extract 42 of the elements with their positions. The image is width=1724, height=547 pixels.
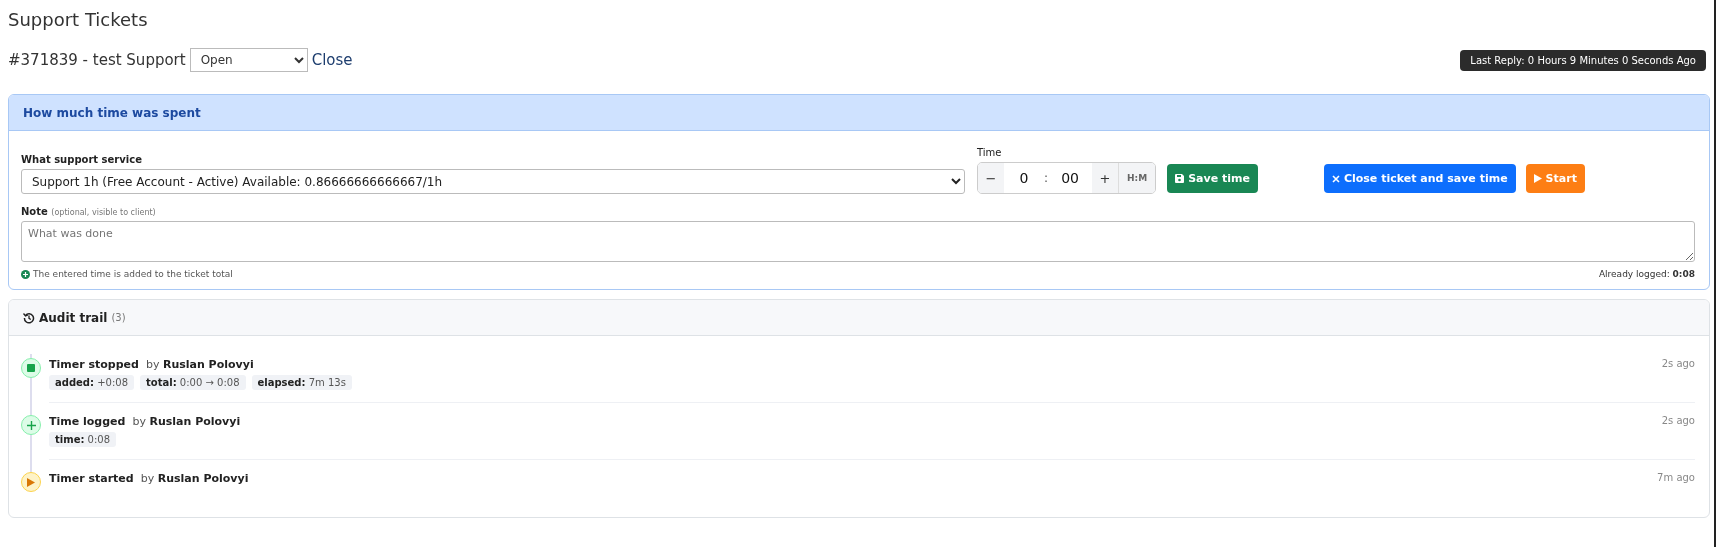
- save-button[interactable]: Save time: [1167, 164, 1258, 193]
- play-icon: [1533, 174, 1542, 183]
- play-icon: [27, 477, 35, 487]
- close-icon: [1331, 174, 1340, 183]
- stop-icon: [27, 364, 35, 372]
- close-button[interactable]: Close ticket and save time: [1323, 164, 1516, 193]
- event-title: Timer stopped: [49, 358, 139, 371]
- decrement-button[interactable]: −: [978, 163, 1004, 193]
- increment-button[interactable]: +: [1092, 163, 1119, 193]
- last-reply-badge: Last Reply: 0 Hours 9 Minutes 0 Seconds Ago: [1460, 49, 1706, 71]
- event-tag: elapsed: 7m 13s: [251, 375, 352, 390]
- page-title: Support Tickets: [8, 9, 148, 30]
- separator: :: [1044, 171, 1049, 185]
- already-logged: Already logged: 0:08: [1598, 269, 1695, 279]
- close-link[interactable]: Close: [311, 51, 353, 69]
- event-time: 7m ago: [1657, 472, 1695, 485]
- event-author: by Ruslan Polovyi: [132, 415, 241, 428]
- note-field[interactable]: What was done: [21, 221, 1695, 262]
- unit-label: H:M: [1118, 163, 1156, 193]
- event-time: 2s ago: [1661, 358, 1695, 371]
- count-label: (3): [111, 312, 126, 323]
- plus-icon: [26, 420, 36, 430]
- info-text: The entered time is added to the ticket total: [33, 269, 233, 279]
- field-label: Time: [977, 147, 1003, 158]
- event-author: by Ruslan Polovyi: [145, 358, 254, 371]
- event-tag: time: 0:08: [49, 432, 117, 447]
- event-title: Timer started: [49, 472, 134, 485]
- history-icon: [23, 311, 35, 324]
- event-tag: total: 0:00 → 0:08: [140, 375, 246, 390]
- field-label: What support service: [21, 154, 143, 165]
- ticket-title: #371839 - test Support: [8, 51, 186, 69]
- service-select[interactable]: Support 1h (Free Account - Active) Available: 0.86666666666667/1h: [21, 169, 965, 194]
- card-title: Audit trail: [39, 310, 108, 325]
- status-select[interactable]: Open: [189, 48, 308, 72]
- save-icon: [1175, 174, 1185, 183]
- note-label: Note (optional, visible to client): [21, 206, 157, 217]
- event-time: 2s ago: [1661, 415, 1695, 428]
- plus-circle-icon: [21, 269, 30, 279]
- event-title: Time logged: [49, 415, 126, 428]
- card-title: How much time was spent: [23, 105, 201, 120]
- event-author: by Ruslan Polovyi: [140, 472, 249, 485]
- event-tag: added: +0:08: [49, 375, 135, 390]
